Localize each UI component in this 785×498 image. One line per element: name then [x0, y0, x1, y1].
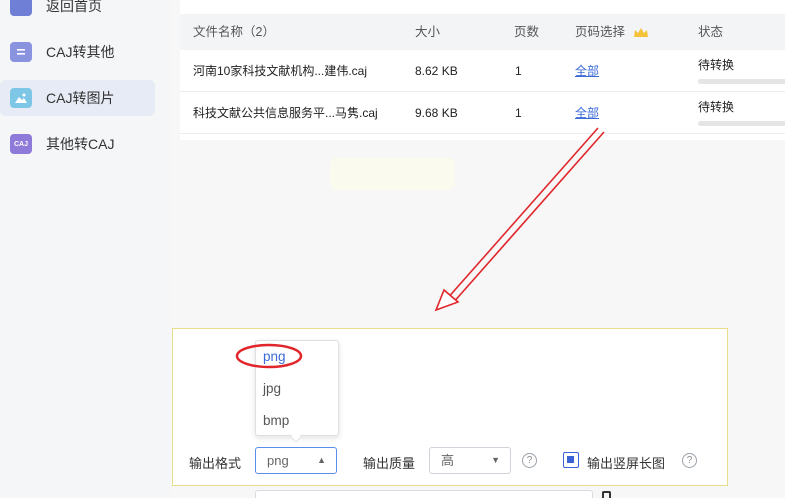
file-status: 待转换: [698, 100, 735, 114]
sidebar: 返回首页 CAJ转其他 CAJ转图片 CAJ 其他转CAJ: [0, 0, 170, 498]
table-row[interactable]: 河南10家科技文献机构...建伟.caj 8.62 KB 1 全部 待转换: [180, 50, 785, 92]
header-name: 文件名称（2）: [193, 25, 275, 39]
sidebar-item-caj-to-other[interactable]: CAJ转其他: [0, 34, 155, 70]
quality-label: 输出质量: [363, 456, 416, 471]
file-size: 9.68 KB: [415, 106, 458, 120]
header-page-select: 页码选择: [575, 14, 649, 50]
progress-bar: [698, 121, 785, 126]
sidebar-item-label: CAJ转其他: [46, 44, 115, 60]
format-option-jpg[interactable]: jpg: [256, 373, 338, 405]
page-select-link[interactable]: 全部: [575, 106, 599, 120]
quality-select[interactable]: 高 ▼: [429, 447, 511, 474]
sidebar-item-home[interactable]: 返回首页: [0, 0, 155, 24]
file-name: 河南10家科技文献机构...建伟.caj: [193, 64, 368, 78]
caj-icon: CAJ: [10, 134, 32, 154]
faded-button: [330, 158, 455, 190]
format-select[interactable]: png ▲: [255, 447, 337, 474]
file-pages: 1: [515, 106, 522, 120]
sidebar-item-other-to-caj[interactable]: CAJ 其他转CAJ: [0, 126, 155, 162]
table-row[interactable]: 科技文献公共信息服务平...马隽.caj 9.68 KB 1 全部 待转换: [180, 92, 785, 134]
crown-icon: [633, 27, 648, 37]
sidebar-item-label: 返回首页: [46, 0, 102, 14]
caret-down-icon: ▼: [491, 455, 500, 465]
format-option-png[interactable]: png: [256, 341, 338, 373]
file-table: 文件名称（2） 大小 页数 页码选择 状态 河南10家科技文献机构...建伟.c…: [180, 0, 785, 140]
quality-help-icon[interactable]: ?: [522, 453, 537, 468]
sidebar-item-caj-to-image[interactable]: CAJ转图片: [0, 80, 155, 116]
document-icon: [10, 42, 32, 62]
home-icon: [10, 0, 32, 16]
file-status: 待转换: [698, 58, 735, 72]
header-size: 大小: [415, 25, 441, 39]
sidebar-item-label: 其他转CAJ: [46, 136, 115, 152]
sidebar-item-label: CAJ转图片: [46, 90, 115, 106]
progress-bar: [698, 79, 785, 84]
bottom-input[interactable]: [255, 490, 593, 498]
image-icon: [10, 88, 32, 108]
file-name: 科技文献公共信息服务平...马隽.caj: [193, 106, 378, 120]
format-dropdown: png jpg bmp: [255, 340, 339, 443]
page-select-link[interactable]: 全部: [575, 64, 599, 78]
vertical-image-label: 输出竖屏长图: [587, 456, 666, 471]
header-status: 状态: [698, 25, 724, 39]
vertical-image-checkbox[interactable]: [563, 452, 579, 468]
settings-row: 输出格式 png ▲ 输出质量 高 ▼ ? 输出竖屏长图 ?: [173, 439, 726, 483]
table-header: 文件名称（2） 大小 页数 页码选择 状态: [180, 14, 785, 50]
format-label: 输出格式: [189, 456, 242, 471]
vertical-help-icon[interactable]: ?: [682, 453, 697, 468]
caret-up-icon: ▲: [317, 455, 326, 465]
file-pages: 1: [515, 64, 522, 78]
header-pages: 页数: [514, 25, 540, 39]
file-size: 8.62 KB: [415, 64, 458, 78]
folder-icon[interactable]: [602, 491, 611, 498]
